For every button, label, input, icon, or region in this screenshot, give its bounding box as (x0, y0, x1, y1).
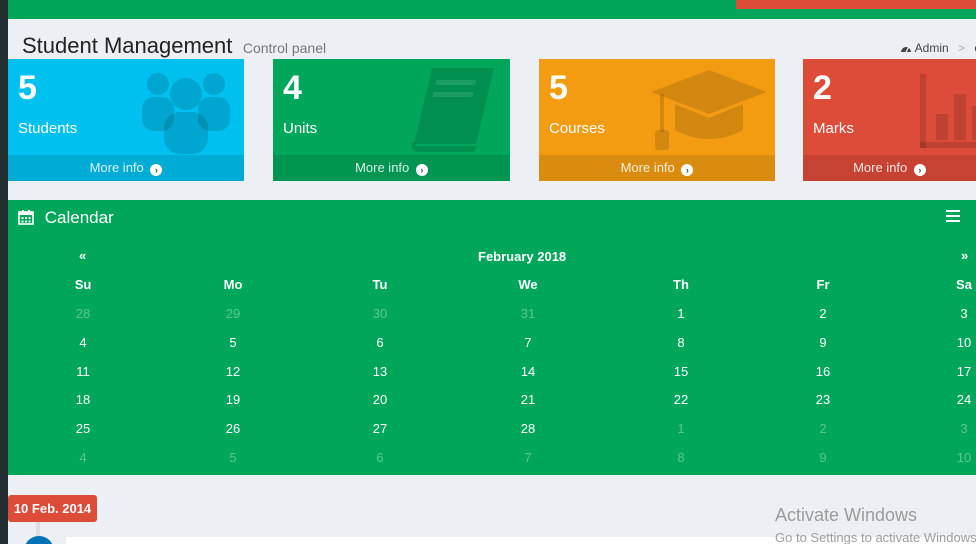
calendar-day[interactable]: 30 (360, 306, 400, 321)
calendar-day[interactable]: 1 (661, 306, 701, 321)
calendar-day[interactable]: 9 (803, 335, 843, 350)
watermark-subtitle: Go to Settings to activate Windows. (775, 530, 976, 544)
watermark-title: Activate Windows (775, 505, 918, 525)
calendar-day[interactable]: 28 (63, 306, 103, 321)
students-more-label: More info (89, 160, 144, 175)
calendar-day[interactable]: 7 (508, 335, 548, 350)
calendar-day[interactable]: 19 (213, 392, 253, 407)
dashboard-icon (901, 47, 911, 53)
calendar-next-month[interactable]: » (961, 248, 968, 263)
calendar-title: Calendar (44, 208, 114, 227)
timeline-date-label: 10 Feb. 2014 (8, 495, 97, 522)
calendar-day[interactable]: 10 (944, 335, 976, 350)
courses-more-label: More info (620, 160, 675, 175)
units-more-label: More info (355, 160, 410, 175)
calendar-day[interactable]: 12 (213, 364, 253, 379)
calendar-day[interactable]: 26 (213, 421, 253, 436)
calendar-day[interactable]: 8 (661, 335, 701, 350)
students-label: Students (18, 120, 78, 137)
courses-more-info[interactable]: More info › (539, 155, 775, 181)
units-label: Units (283, 120, 318, 137)
calendar-day[interactable]: 5 (213, 450, 253, 465)
calendar-day[interactable]: 2 (803, 421, 843, 436)
calendar-month-title[interactable]: February 2018 (478, 249, 566, 264)
calendar-day[interactable]: 6 (360, 335, 400, 350)
students-count: 5 (18, 69, 37, 107)
calendar-day[interactable]: 6 (360, 450, 400, 465)
arrow-circle-right-icon: › (415, 164, 428, 176)
breadcrumb-separator: > (958, 41, 966, 55)
calendar-day[interactable]: 13 (360, 364, 400, 379)
breadcrumb: Admin > c (900, 41, 976, 55)
calendar-header: Calendar (18, 208, 114, 228)
page-title: Student Management (22, 33, 233, 58)
calendar-day[interactable]: 4 (63, 450, 103, 465)
users-icon (142, 73, 230, 154)
calendar-day[interactable]: 23 (803, 392, 843, 407)
courses-label: Courses (549, 120, 605, 137)
bar-chart-icon (920, 74, 976, 148)
page-subtitle: Control panel (242, 40, 327, 56)
calendar-day[interactable]: 1 (661, 421, 701, 436)
calendar-day[interactable]: 14 (508, 364, 548, 379)
calendar-day[interactable]: 17 (944, 364, 976, 379)
calendar-day[interactable]: 20 (360, 392, 400, 407)
weekday-header: We (518, 277, 538, 292)
marks-box: 2 Marks More info › (803, 59, 976, 181)
courses-box: 5 Courses More info › (539, 59, 775, 181)
timeline-item-icon (24, 536, 54, 544)
calendar-day[interactable]: 22 (661, 392, 701, 407)
calendar-day[interactable]: 2 (803, 306, 843, 321)
calendar-day[interactable]: 10 (944, 450, 976, 465)
calendar-day[interactable]: 3 (944, 421, 976, 436)
calendar-day[interactable]: 24 (944, 392, 976, 407)
sidebar-edge (0, 0, 8, 544)
students-more-info[interactable]: More info › (8, 155, 244, 181)
weekday-header: Fr (816, 277, 830, 292)
calendar-day[interactable]: 5 (213, 335, 253, 350)
navbar-user-area[interactable] (736, 0, 976, 9)
calendar-icon (18, 210, 34, 225)
arrow-circle-right-icon: › (913, 164, 926, 176)
calendar-widget: Calendar « February 2018 » Su Mo Tu We Th Fr S… (8, 200, 976, 475)
weekday-header: Th (673, 277, 689, 292)
calendar-day[interactable]: 8 (661, 450, 701, 465)
students-box: 5 Students More info › (8, 59, 244, 181)
arrow-circle-right-icon: › (150, 164, 163, 176)
weekday-header: Mo (223, 277, 243, 292)
marks-more-label: More info (853, 160, 908, 175)
calendar-day[interactable]: 28 (508, 421, 548, 436)
calendar-day[interactable]: 11 (63, 364, 103, 379)
calendar-day[interactable]: 3 (944, 306, 976, 321)
units-box: 4 Units More info › (273, 59, 510, 181)
breadcrumb-home[interactable]: Admin (915, 41, 949, 55)
book-icon (411, 68, 494, 152)
weekday-header: Tu (372, 277, 388, 292)
graduation-cap-icon (651, 70, 767, 150)
calendar-day[interactable]: 15 (661, 364, 701, 379)
menu-bars-icon[interactable] (946, 210, 960, 222)
calendar-day[interactable]: 31 (508, 306, 548, 321)
marks-count: 2 (813, 69, 832, 107)
courses-count: 5 (549, 69, 568, 107)
calendar-day[interactable]: 16 (803, 364, 843, 379)
calendar-day[interactable]: 27 (360, 421, 400, 436)
units-more-info[interactable]: More info › (273, 155, 510, 181)
marks-more-info[interactable]: More info › (803, 155, 976, 181)
page-header: Student Management Control panel (22, 33, 326, 59)
calendar-day[interactable]: 21 (508, 392, 548, 407)
weekday-header: Su (74, 277, 92, 292)
calendar-day[interactable]: 25 (63, 421, 103, 436)
calendar-day[interactable]: 7 (508, 450, 548, 465)
arrow-circle-right-icon: › (681, 164, 694, 176)
calendar-day[interactable]: 4 (63, 335, 103, 350)
marks-label: Marks (813, 120, 854, 137)
calendar-day[interactable]: 29 (213, 306, 253, 321)
calendar-prev-month[interactable]: « (79, 248, 86, 263)
calendar-day[interactable]: 9 (803, 450, 843, 465)
calendar-day[interactable]: 18 (63, 392, 103, 407)
weekday-header: Sa (956, 277, 972, 292)
activate-windows-watermark: Activate Windows Go to Settings to activ… (775, 505, 976, 544)
units-count: 4 (283, 69, 302, 107)
